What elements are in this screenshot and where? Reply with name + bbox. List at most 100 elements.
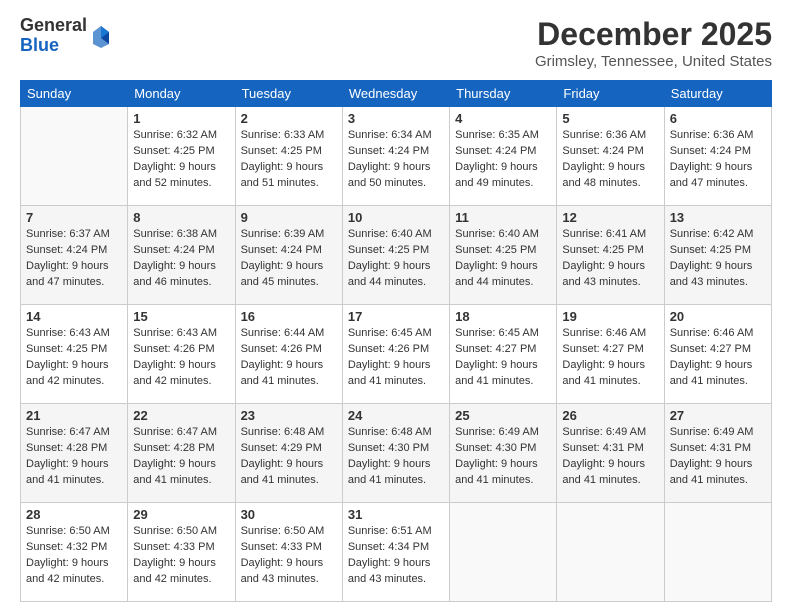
day-number: 18 (455, 309, 551, 324)
day-cell: 10Sunrise: 6:40 AMSunset: 4:25 PMDayligh… (342, 206, 449, 305)
day-info: Sunrise: 6:48 AMSunset: 4:30 PMDaylight:… (348, 425, 444, 489)
day-number: 11 (455, 210, 551, 225)
day-cell: 2 Sunrise: 6:33 AMSunset: 4:25 PMDaylight… (235, 107, 342, 206)
day-info: Sunrise: 6:41 AMSunset: 4:25 PMDaylight:… (562, 227, 658, 291)
day-number: 1 (133, 111, 229, 126)
day-cell: 1 Sunrise: 6:32 AMSunset: 4:25 PMDaylight… (128, 107, 235, 206)
day-number: 15 (133, 309, 229, 324)
day-cell: 27 Sunrise: 6:49 AMSunset: 4:31 PMDayligh… (664, 404, 771, 503)
day-info: Sunrise: 6:32 AMSunset: 4:25 PMDaylight:… (133, 128, 229, 192)
header-sunday: Sunday (21, 81, 128, 107)
week-row-1: 1 Sunrise: 6:32 AMSunset: 4:25 PMDaylight… (21, 107, 772, 206)
day-cell (557, 503, 664, 602)
day-cell: 26 Sunrise: 6:49 AMSunset: 4:31 PMDayligh… (557, 404, 664, 503)
day-cell: 12 Sunrise: 6:41 AMSunset: 4:25 PMDayligh… (557, 206, 664, 305)
day-number: 20 (670, 309, 766, 324)
day-number: 16 (241, 309, 337, 324)
header-saturday: Saturday (664, 81, 771, 107)
day-info: Sunrise: 6:49 AMSunset: 4:31 PMDaylight:… (670, 425, 766, 489)
location: Grimsley, Tennessee, United States (535, 53, 772, 70)
day-cell: 25 Sunrise: 6:49 AMSunset: 4:30 PMDayligh… (450, 404, 557, 503)
day-info: Sunrise: 6:45 AMSunset: 4:27 PMDaylight:… (455, 326, 551, 390)
day-number: 29 (133, 507, 229, 522)
day-info: Sunrise: 6:43 AMSunset: 4:26 PMDaylight:… (133, 326, 229, 390)
day-number: 17 (348, 309, 444, 324)
day-number: 8 (133, 210, 229, 225)
day-number: 22 (133, 408, 229, 423)
day-number: 25 (455, 408, 551, 423)
day-cell: 24 Sunrise: 6:48 AMSunset: 4:30 PMDayligh… (342, 404, 449, 503)
day-number: 30 (241, 507, 337, 522)
day-cell: 17 Sunrise: 6:45 AMSunset: 4:26 PMDayligh… (342, 305, 449, 404)
day-info: Sunrise: 6:49 AMSunset: 4:30 PMDaylight:… (455, 425, 551, 489)
day-cell: 19 Sunrise: 6:46 AMSunset: 4:27 PMDayligh… (557, 305, 664, 404)
day-cell: 31Sunrise: 6:51 AMSunset: 4:34 PMDayligh… (342, 503, 449, 602)
day-cell: 18 Sunrise: 6:45 AMSunset: 4:27 PMDayligh… (450, 305, 557, 404)
day-info: Sunrise: 6:44 AMSunset: 4:26 PMDaylight:… (241, 326, 337, 390)
week-row-5: 28 Sunrise: 6:50 AMSunset: 4:32 PMDayligh… (21, 503, 772, 602)
day-info: Sunrise: 6:47 AMSunset: 4:28 PMDaylight:… (26, 425, 122, 489)
day-cell: 8Sunrise: 6:38 AMSunset: 4:24 PMDaylight… (128, 206, 235, 305)
month-title: December 2025 (535, 16, 772, 53)
day-info: Sunrise: 6:45 AMSunset: 4:26 PMDaylight:… (348, 326, 444, 390)
day-info: Sunrise: 6:36 AMSunset: 4:24 PMDaylight:… (670, 128, 766, 192)
day-number: 21 (26, 408, 122, 423)
day-number: 19 (562, 309, 658, 324)
header-thursday: Thursday (450, 81, 557, 107)
header-friday: Friday (557, 81, 664, 107)
day-info: Sunrise: 6:50 AMSunset: 4:33 PMDaylight:… (133, 524, 229, 588)
day-info: Sunrise: 6:47 AMSunset: 4:28 PMDaylight:… (133, 425, 229, 489)
logo-general: General (20, 16, 87, 36)
day-info: Sunrise: 6:49 AMSunset: 4:31 PMDaylight:… (562, 425, 658, 489)
day-number: 13 (670, 210, 766, 225)
day-number: 28 (26, 507, 122, 522)
day-info: Sunrise: 6:36 AMSunset: 4:24 PMDaylight:… (562, 128, 658, 192)
day-cell: 15 Sunrise: 6:43 AMSunset: 4:26 PMDayligh… (128, 305, 235, 404)
week-row-2: 7 Sunrise: 6:37 AMSunset: 4:24 PMDaylight… (21, 206, 772, 305)
day-number: 3 (348, 111, 444, 126)
day-info: Sunrise: 6:37 AMSunset: 4:24 PMDaylight:… (26, 227, 122, 291)
day-number: 14 (26, 309, 122, 324)
week-row-3: 14Sunrise: 6:43 AMSunset: 4:25 PMDayligh… (21, 305, 772, 404)
day-number: 9 (241, 210, 337, 225)
page: General Blue December 2025 Grimsley, Ten… (0, 0, 792, 612)
title-block: December 2025 Grimsley, Tennessee, Unite… (535, 16, 772, 70)
logo-blue: Blue (20, 36, 87, 56)
day-number: 7 (26, 210, 122, 225)
header-wednesday: Wednesday (342, 81, 449, 107)
day-number: 26 (562, 408, 658, 423)
day-number: 12 (562, 210, 658, 225)
day-info: Sunrise: 6:50 AMSunset: 4:32 PMDaylight:… (26, 524, 122, 588)
day-number: 2 (241, 111, 337, 126)
day-cell: 30Sunrise: 6:50 AMSunset: 4:33 PMDayligh… (235, 503, 342, 602)
day-info: Sunrise: 6:48 AMSunset: 4:29 PMDaylight:… (241, 425, 337, 489)
day-info: Sunrise: 6:51 AMSunset: 4:34 PMDaylight:… (348, 524, 444, 588)
day-cell: 16 Sunrise: 6:44 AMSunset: 4:26 PMDayligh… (235, 305, 342, 404)
day-cell: 11Sunrise: 6:40 AMSunset: 4:25 PMDayligh… (450, 206, 557, 305)
day-number: 24 (348, 408, 444, 423)
day-cell: 3Sunrise: 6:34 AMSunset: 4:24 PMDaylight… (342, 107, 449, 206)
day-info: Sunrise: 6:33 AMSunset: 4:25 PMDaylight:… (241, 128, 337, 192)
day-info: Sunrise: 6:35 AMSunset: 4:24 PMDaylight:… (455, 128, 551, 192)
logo-text: General Blue (20, 16, 87, 56)
day-cell (664, 503, 771, 602)
day-cell: 23Sunrise: 6:48 AMSunset: 4:29 PMDayligh… (235, 404, 342, 503)
day-info: Sunrise: 6:42 AMSunset: 4:25 PMDaylight:… (670, 227, 766, 291)
day-info: Sunrise: 6:46 AMSunset: 4:27 PMDaylight:… (670, 326, 766, 390)
day-cell: 20 Sunrise: 6:46 AMSunset: 4:27 PMDayligh… (664, 305, 771, 404)
day-info: Sunrise: 6:40 AMSunset: 4:25 PMDaylight:… (348, 227, 444, 291)
day-info: Sunrise: 6:46 AMSunset: 4:27 PMDaylight:… (562, 326, 658, 390)
logo-icon (91, 24, 111, 48)
header-tuesday: Tuesday (235, 81, 342, 107)
header-row: SundayMondayTuesdayWednesdayThursdayFrid… (21, 81, 772, 107)
day-cell: 14Sunrise: 6:43 AMSunset: 4:25 PMDayligh… (21, 305, 128, 404)
day-number: 4 (455, 111, 551, 126)
day-number: 27 (670, 408, 766, 423)
day-cell: 4 Sunrise: 6:35 AMSunset: 4:24 PMDaylight… (450, 107, 557, 206)
week-row-4: 21 Sunrise: 6:47 AMSunset: 4:28 PMDayligh… (21, 404, 772, 503)
header: General Blue December 2025 Grimsley, Ten… (20, 16, 772, 70)
day-info: Sunrise: 6:39 AMSunset: 4:24 PMDaylight:… (241, 227, 337, 291)
day-cell: 9 Sunrise: 6:39 AMSunset: 4:24 PMDaylight… (235, 206, 342, 305)
header-monday: Monday (128, 81, 235, 107)
day-cell: 21 Sunrise: 6:47 AMSunset: 4:28 PMDayligh… (21, 404, 128, 503)
